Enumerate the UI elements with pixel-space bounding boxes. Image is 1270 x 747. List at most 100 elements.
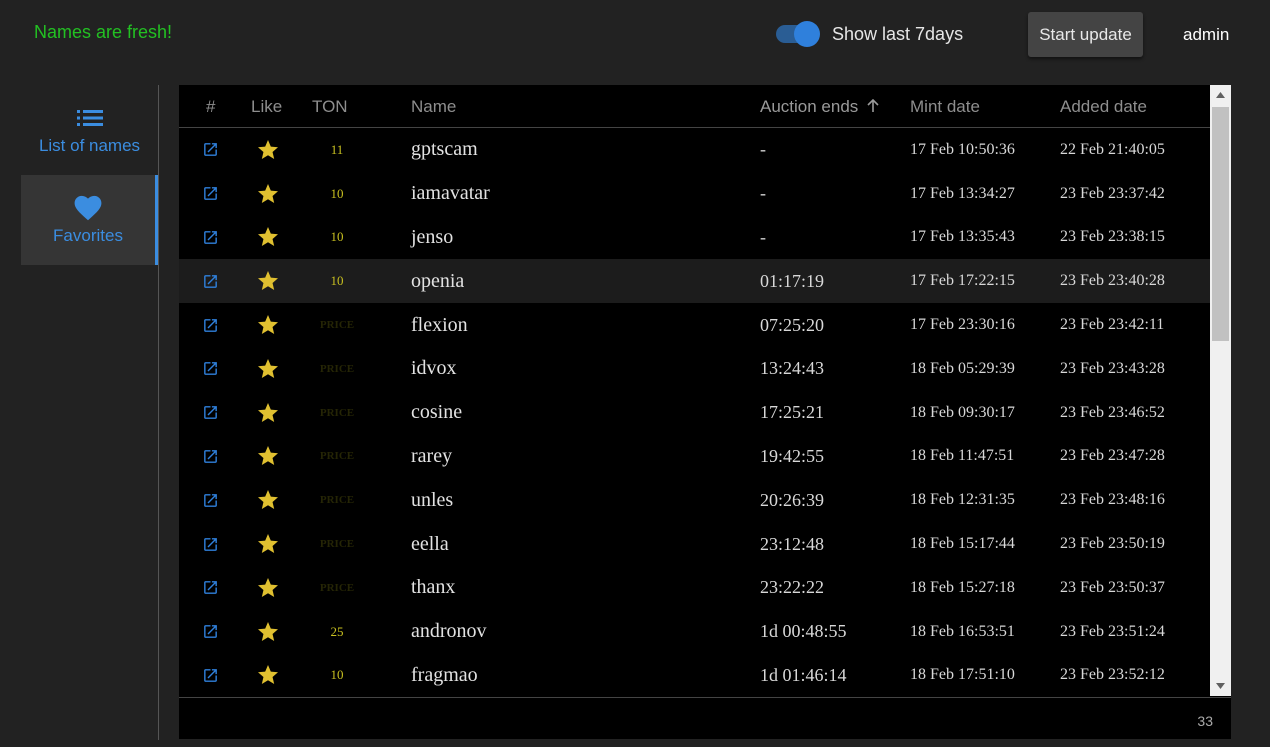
added-date-cell: 23 Feb 23:47:28 <box>1060 447 1165 465</box>
col-name[interactable]: Name <box>411 97 456 117</box>
table-row[interactable]: PRICE unles 20:26:39 18 Feb 12:31:35 23 Feb … <box>179 478 1210 522</box>
star-icon[interactable] <box>256 347 280 391</box>
name-cell: flexion <box>411 313 468 336</box>
star-icon[interactable] <box>256 391 280 435</box>
open-link-icon[interactable] <box>202 610 219 654</box>
name-cell: unles <box>411 488 454 511</box>
mint-date-cell: 18 Feb 16:53:51 <box>910 622 1015 640</box>
table-row[interactable]: PRICE thanx 23:22:22 18 Feb 15:27:18 23 Feb … <box>179 566 1210 610</box>
open-link-icon[interactable] <box>202 435 219 479</box>
table-row[interactable]: 10 fragmao 1d 01:46:14 18 Feb 17:51:10 23 Fe… <box>179 654 1210 696</box>
mint-date-cell: 18 Feb 15:27:18 <box>910 578 1015 596</box>
mint-date-cell: 18 Feb 15:17:44 <box>910 535 1015 553</box>
auction-ends-cell: - <box>760 226 766 247</box>
name-cell: gptscam <box>411 138 478 161</box>
open-link-icon[interactable] <box>202 128 219 172</box>
open-link-icon[interactable] <box>202 259 219 303</box>
added-date-cell: 23 Feb 23:50:37 <box>1060 578 1165 596</box>
table-row[interactable]: PRICE eella 23:12:48 18 Feb 15:17:44 23 Feb … <box>179 522 1210 566</box>
auction-ends-cell: 1d 00:48:55 <box>760 621 847 642</box>
open-link-icon[interactable] <box>202 391 219 435</box>
mint-date-cell: 18 Feb 05:29:39 <box>910 359 1015 377</box>
sidebar-item-favorites[interactable]: Favorites <box>21 175 158 265</box>
col-ton[interactable]: TON <box>312 97 348 117</box>
open-link-icon[interactable] <box>202 347 219 391</box>
auction-ends-cell: 13:24:43 <box>760 358 825 379</box>
mint-date-cell: 17 Feb 13:34:27 <box>910 184 1015 202</box>
star-icon[interactable] <box>256 128 280 172</box>
table-row[interactable]: PRICE rarey 19:42:55 18 Feb 11:47:51 23 Feb … <box>179 435 1210 479</box>
show-last-7days-toggle[interactable]: Show last 7days <box>776 20 963 48</box>
open-link-icon[interactable] <box>202 654 219 696</box>
added-date-cell: 22 Feb 21:40:05 <box>1060 140 1165 158</box>
start-update-button[interactable]: Start update <box>1028 12 1143 57</box>
auction-ends-cell: 20:26:39 <box>760 489 825 510</box>
ton-price: 11 <box>330 141 344 157</box>
col-mint-date[interactable]: Mint date <box>910 97 980 117</box>
mint-date-cell: 17 Feb 17:22:15 <box>910 272 1015 290</box>
star-icon[interactable] <box>256 259 280 303</box>
added-date-cell: 23 Feb 23:42:11 <box>1060 316 1165 334</box>
auction-ends-cell: 1d 01:46:14 <box>760 664 847 685</box>
sidebar-item-label: Favorites <box>53 226 123 245</box>
star-icon[interactable] <box>256 522 280 566</box>
star-icon[interactable] <box>256 566 280 610</box>
star-icon[interactable] <box>256 216 280 260</box>
table-row[interactable]: 10 openia 01:17:19 17 Feb 17:22:15 23 Feb 23… <box>179 259 1210 304</box>
user-name[interactable]: admin <box>1183 25 1229 45</box>
star-icon[interactable] <box>256 654 280 696</box>
col-like[interactable]: Like <box>251 97 282 117</box>
vertical-scrollbar[interactable] <box>1210 85 1231 696</box>
auction-ends-cell: 07:25:20 <box>760 314 825 335</box>
toggle-track[interactable] <box>776 21 820 47</box>
name-cell: eella <box>411 532 449 555</box>
table-header: # Like TON Name Auction ends Mint date A… <box>179 85 1210 128</box>
auction-ends-cell: - <box>760 183 766 204</box>
open-link-icon[interactable] <box>202 303 219 347</box>
table-row[interactable]: 25 andronov 1d 00:48:55 18 Feb 16:53:51 23 F… <box>179 610 1210 654</box>
scroll-down-arrow-icon[interactable] <box>1210 676 1231 696</box>
star-icon[interactable] <box>256 303 280 347</box>
mint-date-cell: 17 Feb 23:30:16 <box>910 316 1015 334</box>
table-footer: 33 <box>179 697 1231 739</box>
star-icon[interactable] <box>256 478 280 522</box>
table-row[interactable]: 10 jenso - 17 Feb 13:35:43 23 Feb 23:38:15 <box>179 216 1210 260</box>
open-link-icon[interactable] <box>202 216 219 260</box>
ton-price: PRICE <box>319 450 355 463</box>
sidebar-item-list-of-names[interactable]: List of names <box>21 85 158 175</box>
open-link-icon[interactable] <box>202 566 219 610</box>
sidebar-item-label: List of names <box>38 136 141 155</box>
star-icon[interactable] <box>256 610 280 654</box>
name-cell: jenso <box>411 225 454 248</box>
open-link-icon[interactable] <box>202 522 219 566</box>
col-auction-ends[interactable]: Auction ends <box>760 97 880 117</box>
col-index[interactable]: # <box>206 97 215 117</box>
name-cell: cosine <box>411 401 463 424</box>
heart-icon <box>74 194 102 222</box>
open-link-icon[interactable] <box>202 478 219 522</box>
table-row[interactable]: 11 gptscam - 17 Feb 10:50:36 22 Feb 21:40:05 <box>179 128 1210 172</box>
sort-arrow-up-icon <box>867 98 879 112</box>
scrollbar-thumb[interactable] <box>1212 107 1229 341</box>
added-date-cell: 23 Feb 23:40:28 <box>1060 272 1165 290</box>
table-row[interactable]: PRICE idvox 13:24:43 18 Feb 05:29:39 23 Feb … <box>179 347 1210 391</box>
total-count: 33 <box>1197 713 1213 729</box>
table-row[interactable]: 10 iamavatar - 17 Feb 13:34:27 23 Feb 23:37:… <box>179 172 1210 216</box>
ton-price: 10 <box>330 273 344 289</box>
star-icon[interactable] <box>256 435 280 479</box>
freshness-status: Names are fresh! <box>34 22 173 42</box>
toggle-knob[interactable] <box>794 21 820 47</box>
star-icon[interactable] <box>256 172 280 216</box>
auction-ends-cell: 17:25:21 <box>760 402 825 423</box>
sidebar: List of names Favorites <box>21 85 159 740</box>
open-link-icon[interactable] <box>202 172 219 216</box>
app-header: Names are fresh! Show last 7days Start u… <box>0 0 1270 70</box>
table-row[interactable]: PRICE flexion 07:25:20 17 Feb 23:30:16 23 Fe… <box>179 303 1210 347</box>
name-cell: andronov <box>411 620 487 643</box>
scroll-up-arrow-icon[interactable] <box>1210 85 1231 105</box>
mint-date-cell: 18 Feb 11:47:51 <box>910 447 1015 465</box>
table-row[interactable]: PRICE cosine 17:25:21 18 Feb 09:30:17 23 Feb… <box>179 391 1210 435</box>
col-added-date[interactable]: Added date <box>1060 97 1147 117</box>
ton-price: PRICE <box>319 581 355 594</box>
name-cell: rarey <box>411 444 453 467</box>
